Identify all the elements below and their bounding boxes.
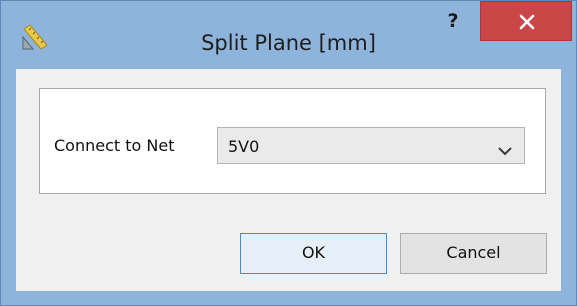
net-select[interactable]: 5V0 [217,127,525,164]
help-button[interactable]: ? [433,5,473,39]
split-plane-dialog: Split Plane [mm] ? Connect to Net 5V0 OK… [0,0,577,306]
net-groupbox: Connect to Net 5V0 [39,88,546,194]
chevron-down-icon [498,141,512,160]
ok-button[interactable]: OK [240,233,387,274]
close-button[interactable] [480,1,572,41]
title-bar[interactable]: Split Plane [mm] ? [1,1,576,79]
connect-to-net-label: Connect to Net [54,136,175,155]
cancel-button[interactable]: Cancel [400,233,547,274]
net-select-value: 5V0 [228,137,260,156]
close-icon [519,14,535,30]
dialog-body: Connect to Net 5V0 OK Cancel [16,69,561,291]
